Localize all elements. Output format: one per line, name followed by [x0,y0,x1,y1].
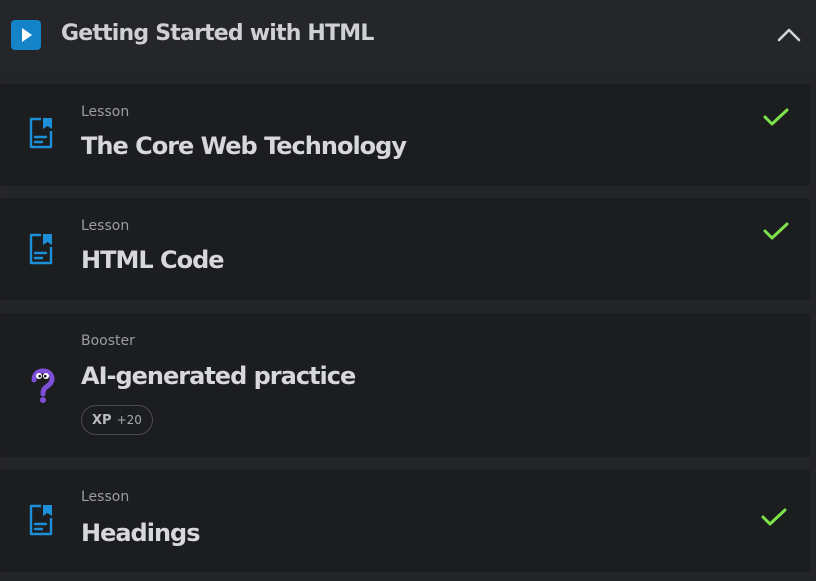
booster-card-ai-practice[interactable]: Booster AI-generated practice XP +20 [0,313,810,457]
completed-check-icon [760,506,788,528]
item-title: Headings [81,519,201,547]
item-title: The Core Web Technology [81,132,407,160]
lesson-document-icon [26,503,56,537]
item-kind-label: Lesson [81,104,130,120]
lesson-card-html-code[interactable]: Lesson HTML Code [0,198,810,300]
xp-label: XP [92,412,112,428]
xp-badge: XP +20 [81,405,153,435]
section-title: Getting Started with HTML [61,21,374,46]
chevron-up-icon[interactable] [776,24,802,46]
xp-value: +20 [116,413,142,427]
lesson-card-headings[interactable]: Lesson Headings [0,469,810,572]
item-title: HTML Code [81,246,225,274]
course-section: Getting Started with HTML Lesson The Cor… [0,0,816,581]
section-header[interactable]: Getting Started with HTML [0,0,816,70]
item-kind-label: Lesson [81,489,130,505]
play-icon [11,20,41,50]
completed-check-icon [762,220,790,242]
lesson-document-icon [26,232,56,266]
completed-check-icon [762,106,790,128]
item-title: AI-generated practice [81,362,356,390]
item-kind-label: Booster [81,333,135,349]
item-kind-label: Lesson [81,218,130,234]
question-mark-character-icon [28,368,58,403]
lesson-card-core-web-technology[interactable]: Lesson The Core Web Technology [0,84,810,186]
lesson-document-icon [26,116,56,150]
